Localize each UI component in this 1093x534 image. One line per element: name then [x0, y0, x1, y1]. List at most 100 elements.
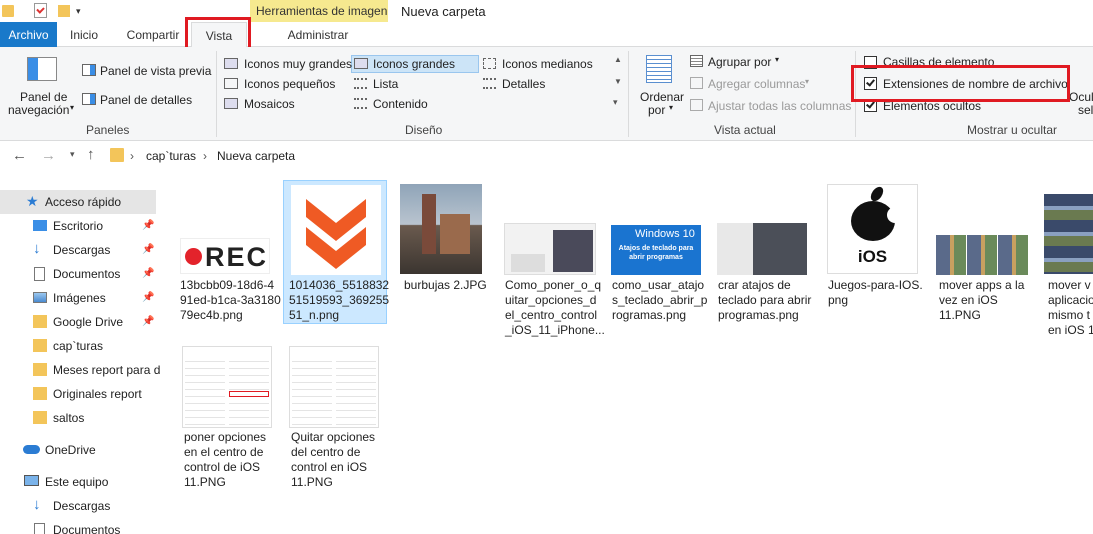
layout-medium-icons[interactable]: Iconos medianos: [502, 57, 593, 71]
file-name-line: en el centro de: [184, 445, 264, 459]
file-item[interactable]: crar atajos de teclado para abrir progra…: [715, 180, 819, 330]
chevron-down-icon[interactable]: ▾: [70, 103, 74, 112]
forward-arrow-icon[interactable]: →: [41, 147, 56, 164]
group-by-icon: [690, 55, 703, 67]
file-item-selected[interactable]: 1014036_5518832 51519593_369255 51_n.png: [283, 180, 389, 324]
layout-extra-large-icons[interactable]: Iconos muy grandes: [244, 57, 352, 71]
file-thumbnail: [400, 184, 482, 274]
file-thumbnail: iOS: [827, 184, 918, 274]
pin-icon[interactable]: 📌: [142, 316, 154, 327]
sort-by-icon[interactable]: [646, 55, 672, 83]
nav-item-capturas[interactable]: cap`turas: [0, 334, 160, 358]
file-name-line: Juegos-para-IOS.: [828, 278, 923, 292]
fit-columns-button[interactable]: Ajustar todas las columnas: [708, 99, 851, 113]
pin-icon[interactable]: 📌: [142, 244, 154, 255]
navigation-pane-icon[interactable]: [27, 57, 57, 81]
layout-small-icons[interactable]: Iconos pequeños: [244, 77, 335, 91]
file-item[interactable]: REC 13bcbb09-18d6-4 91ed-b1ca-3a3180 79e…: [177, 180, 281, 330]
download-icon: ↓: [33, 240, 41, 257]
layout-list[interactable]: Lista: [373, 77, 398, 91]
nav-item-documentos[interactable]: Documentos 📌: [0, 262, 160, 286]
navigation-pane-label-1[interactable]: Panel de: [20, 90, 67, 104]
file-thumbnail: [182, 346, 272, 428]
nav-item-imagenes[interactable]: Imágenes 📌: [0, 286, 160, 310]
file-item[interactable]: Windows 10 Atajos de teclado para abrir …: [609, 180, 713, 330]
nav-item-originales-report[interactable]: Originales report: [0, 382, 160, 406]
folder-icon[interactable]: [2, 5, 14, 17]
nav-item-label: Acceso rápido: [45, 195, 122, 209]
desktop-icon: [33, 220, 47, 231]
nav-item-meses-report[interactable]: Meses report para d: [0, 358, 160, 382]
add-columns-button[interactable]: Agregar columnas: [708, 77, 805, 91]
file-item[interactable]: Como_poner_o_q uitar_opciones_d el_centr…: [502, 180, 606, 350]
tab-administrar[interactable]: Administrar: [276, 22, 360, 47]
file-explorer-window: ▾ Herramientas de imagen Nueva carpeta A…: [0, 0, 1093, 534]
pin-icon[interactable]: 📌: [142, 292, 154, 303]
preview-pane-button[interactable]: Panel de vista previa: [100, 64, 211, 78]
nav-item-google-drive[interactable]: Google Drive 📌: [0, 310, 160, 334]
file-name: mover apps a la vez en iOS 11.PNG: [939, 278, 1043, 323]
nav-item-label: saltos: [53, 411, 85, 425]
file-name-line: aplicacio: [1048, 293, 1093, 307]
tab-inicio[interactable]: Inicio: [62, 22, 106, 47]
nav-item-descargas[interactable]: ↓ Descargas 📌: [0, 238, 160, 262]
properties-icon[interactable]: [34, 3, 47, 18]
file-thumbnail: [1044, 194, 1093, 274]
chevron-down-icon[interactable]: ▾: [775, 55, 779, 64]
details-pane-button[interactable]: Panel de detalles: [100, 93, 192, 107]
tab-compartir[interactable]: Compartir: [118, 22, 188, 47]
layout-details[interactable]: Detalles: [502, 77, 545, 91]
file-name-line: vez en iOS: [939, 293, 998, 307]
nav-item-saltos[interactable]: saltos: [0, 406, 160, 430]
layout-content[interactable]: Contenido: [373, 97, 428, 111]
tab-archivo[interactable]: Archivo: [0, 22, 57, 47]
nav-item-descargas-pc[interactable]: ↓ Descargas: [0, 494, 160, 518]
nav-item-label: Documentos: [53, 267, 121, 281]
breadcrumb-nueva-carpeta[interactable]: Nueva carpeta: [217, 149, 295, 163]
file-item[interactable]: mover apps a la vez en iOS 11.PNG: [936, 180, 1040, 330]
group-label-paneles: Paneles: [86, 123, 130, 137]
chevron-down-icon[interactable]: ▾: [805, 77, 809, 86]
file-name-line: en iOS 1: [1048, 323, 1093, 337]
new-folder-icon[interactable]: [58, 5, 70, 17]
nav-item-este-equipo[interactable]: Este equipo: [0, 470, 160, 494]
file-list: REC 13bcbb09-18d6-4 91ed-b1ca-3a3180 79e…: [162, 172, 1093, 534]
hide-selected-label-1[interactable]: Ocult: [1069, 90, 1093, 104]
chevron-down-icon[interactable]: ▾: [669, 103, 673, 112]
file-name-line: 51519593_369255: [289, 293, 390, 307]
file-item[interactable]: burbujas 2.JPG: [399, 180, 503, 330]
large-icons-icon: [354, 58, 368, 69]
chevron-down-icon[interactable]: ▾: [76, 6, 81, 17]
pin-icon[interactable]: 📌: [142, 268, 154, 279]
pin-icon[interactable]: 📌: [142, 220, 154, 231]
file-item[interactable]: Quitar opciones del centro de control en…: [287, 344, 391, 494]
nav-item-escritorio[interactable]: Escritorio 📌: [0, 214, 160, 238]
file-name-line: teclado para abrir: [718, 293, 812, 307]
file-item[interactable]: mover v aplicacio mismo t en iOS 1: [1044, 180, 1093, 350]
group-by-button[interactable]: Agrupar por: [708, 55, 771, 69]
nav-item-onedrive[interactable]: OneDrive: [0, 438, 160, 462]
nav-item-acceso-rapido[interactable]: ★ Acceso rápido: [0, 190, 156, 214]
sort-by-label-2[interactable]: por: [648, 103, 665, 117]
preview-pane-icon: [82, 64, 96, 76]
file-name-line: 13bcbb09-18d6-4: [180, 278, 275, 292]
file-item[interactable]: iOS Juegos-para-IOS. png: [825, 180, 929, 330]
sort-by-label-1[interactable]: Ordenar: [640, 90, 684, 104]
file-name: como_usar_atajo s_teclado_abrir_p rogram…: [612, 278, 716, 323]
back-arrow-icon[interactable]: ←: [12, 147, 27, 164]
nav-item-label: Este equipo: [45, 475, 109, 489]
scroll-up-icon[interactable]: ▲: [614, 55, 622, 64]
scroll-down-icon[interactable]: ▼: [614, 77, 622, 86]
nav-item-documentos-pc[interactable]: Documentos: [0, 518, 160, 534]
chevron-down-icon[interactable]: ▾: [70, 149, 75, 160]
file-name-line: 51_n.png: [289, 308, 340, 322]
nav-item-label: Descargas: [53, 243, 111, 257]
file-item[interactable]: poner opciones en el centro de control d…: [180, 344, 284, 494]
up-arrow-icon[interactable]: ↑: [87, 146, 95, 163]
navigation-pane-label-2[interactable]: navegación: [8, 103, 69, 117]
hide-selected-label-2[interactable]: sel: [1078, 103, 1093, 117]
layout-tiles[interactable]: Mosaicos: [244, 97, 295, 111]
breadcrumb-capturas[interactable]: cap`turas: [146, 149, 196, 163]
more-layouts-icon[interactable]: ▾: [613, 97, 618, 108]
layout-large-icons[interactable]: Iconos grandes: [373, 57, 455, 71]
